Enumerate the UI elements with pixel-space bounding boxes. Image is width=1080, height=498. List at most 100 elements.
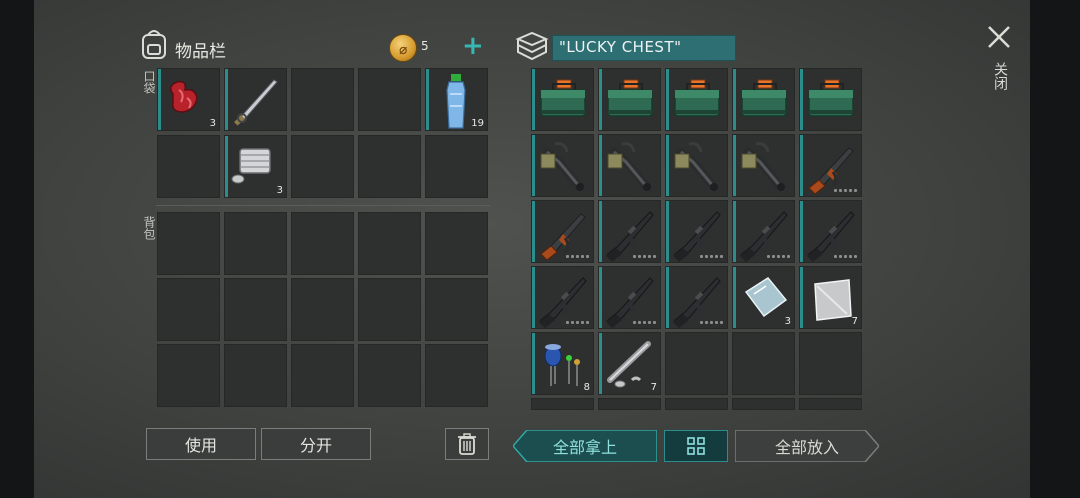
backpack-slot[interactable] — [358, 278, 421, 341]
chest-slot[interactable] — [665, 266, 728, 329]
backpack-slot[interactable] — [157, 344, 220, 407]
chest-slot[interactable] — [799, 332, 862, 395]
pocket-slot[interactable] — [291, 68, 354, 131]
item-quantity: 7 — [851, 316, 858, 327]
pocket-slot[interactable] — [291, 135, 354, 198]
chest-slot[interactable] — [799, 134, 862, 197]
chest-slot[interactable] — [531, 134, 594, 197]
chest-slot[interactable] — [732, 398, 795, 410]
chest-slot[interactable] — [598, 68, 661, 131]
m16-rifle-icon — [673, 277, 721, 328]
chest-slot[interactable] — [598, 134, 661, 197]
grenade-launcher-icon — [607, 142, 651, 191]
pocket-slot[interactable]: 19 — [425, 68, 488, 131]
durability-indicator — [566, 255, 589, 258]
chest-slot[interactable]: 8 — [531, 332, 594, 395]
katana-icon — [234, 79, 278, 126]
backpack-slot[interactable] — [291, 278, 354, 341]
durability-indicator — [700, 321, 723, 324]
glass-sheet-icon — [744, 277, 788, 318]
chest-slot[interactable] — [665, 398, 728, 410]
backpack-slot[interactable] — [224, 212, 287, 275]
ammo-box-icon — [808, 79, 854, 117]
chest-name-field[interactable]: "LUCKY CHEST" — [552, 35, 736, 61]
m16-rifle-icon — [606, 211, 654, 262]
engine-part-icon — [231, 148, 271, 184]
close-label[interactable]: 关闭 — [990, 62, 1010, 90]
trash-button[interactable] — [445, 428, 489, 460]
backpack-icon — [139, 28, 169, 64]
pocket-slot[interactable]: 3 — [157, 68, 220, 131]
chest-slot[interactable] — [732, 332, 795, 395]
screen-edge-right — [1030, 0, 1080, 498]
electronic-parts-icon — [544, 344, 580, 386]
pocket-slot[interactable] — [224, 68, 287, 131]
close-icon[interactable] — [986, 24, 1012, 54]
grenade-launcher-icon — [540, 142, 584, 191]
backpack-slot[interactable] — [157, 278, 220, 341]
chest-icon — [515, 30, 549, 66]
ammo-box-icon — [540, 79, 586, 117]
backpack-slot[interactable] — [291, 344, 354, 407]
durability-indicator — [700, 255, 723, 258]
pocket-slot[interactable] — [157, 135, 220, 198]
durability-indicator — [633, 321, 656, 324]
backpack-slot[interactable] — [291, 212, 354, 275]
chest-slot[interactable] — [531, 200, 594, 263]
take-all-button[interactable]: 全部拿上 — [513, 430, 657, 462]
chest-slot[interactable] — [531, 68, 594, 131]
backpack-slot[interactable] — [224, 344, 287, 407]
item-quantity: 3 — [276, 185, 283, 196]
chest-slot[interactable] — [732, 134, 795, 197]
chest-slot[interactable] — [598, 200, 661, 263]
chest-slot[interactable] — [531, 266, 594, 329]
add-coins-button[interactable]: + — [462, 33, 484, 59]
chest-slot[interactable] — [799, 398, 862, 410]
metal-plate-icon — [814, 279, 852, 321]
chest-slot[interactable] — [665, 68, 728, 131]
put-all-button[interactable]: 全部放入 — [735, 430, 879, 462]
chest-slot[interactable] — [732, 200, 795, 263]
ak-rifle-icon — [540, 213, 586, 261]
chest-name: "LUCKY CHEST" — [559, 38, 682, 56]
backpack-slot[interactable] — [425, 344, 488, 407]
chest-slot[interactable] — [598, 266, 661, 329]
backpack-slot[interactable] — [157, 212, 220, 275]
item-quantity: 19 — [471, 118, 484, 129]
chest-slot[interactable]: 7 — [598, 332, 661, 395]
use-button[interactable]: 使用 — [146, 428, 256, 460]
durability-indicator — [566, 321, 589, 324]
chest-slot[interactable] — [598, 398, 661, 410]
chest-slot[interactable]: 7 — [799, 266, 862, 329]
m16-rifle-icon — [539, 277, 587, 328]
item-quantity: 3 — [209, 118, 216, 129]
pocket-label: 口袋 — [142, 70, 156, 94]
backpack-slot[interactable] — [224, 278, 287, 341]
chest-slot[interactable] — [531, 398, 594, 410]
chest-slot[interactable] — [799, 200, 862, 263]
coin-icon: ⌀ — [389, 34, 417, 62]
pocket-slot[interactable] — [358, 135, 421, 198]
chest-slot[interactable] — [732, 68, 795, 131]
backpack-slot[interactable] — [425, 212, 488, 275]
chest-slot[interactable] — [665, 332, 728, 395]
ammo-box-icon — [674, 79, 720, 117]
backpack-slot[interactable] — [358, 212, 421, 275]
split-button[interactable]: 分开 — [261, 428, 371, 460]
chest-slot[interactable] — [665, 134, 728, 197]
chest-slot[interactable] — [665, 200, 728, 263]
backpack-slot[interactable] — [425, 278, 488, 341]
chest-slot[interactable] — [799, 68, 862, 131]
durability-indicator — [834, 255, 857, 258]
chest-slot[interactable]: 3 — [732, 266, 795, 329]
grenade-launcher-icon — [741, 142, 785, 191]
pocket-divider — [156, 205, 490, 206]
pocket-slot[interactable]: 3 — [224, 135, 287, 198]
pocket-slot[interactable] — [425, 135, 488, 198]
grid-view-toggle[interactable] — [664, 430, 728, 462]
ammo-box-icon — [741, 79, 787, 117]
pocket-slot[interactable] — [358, 68, 421, 131]
screen-edge-left — [0, 0, 34, 498]
m16-rifle-icon — [673, 211, 721, 262]
backpack-slot[interactable] — [358, 344, 421, 407]
